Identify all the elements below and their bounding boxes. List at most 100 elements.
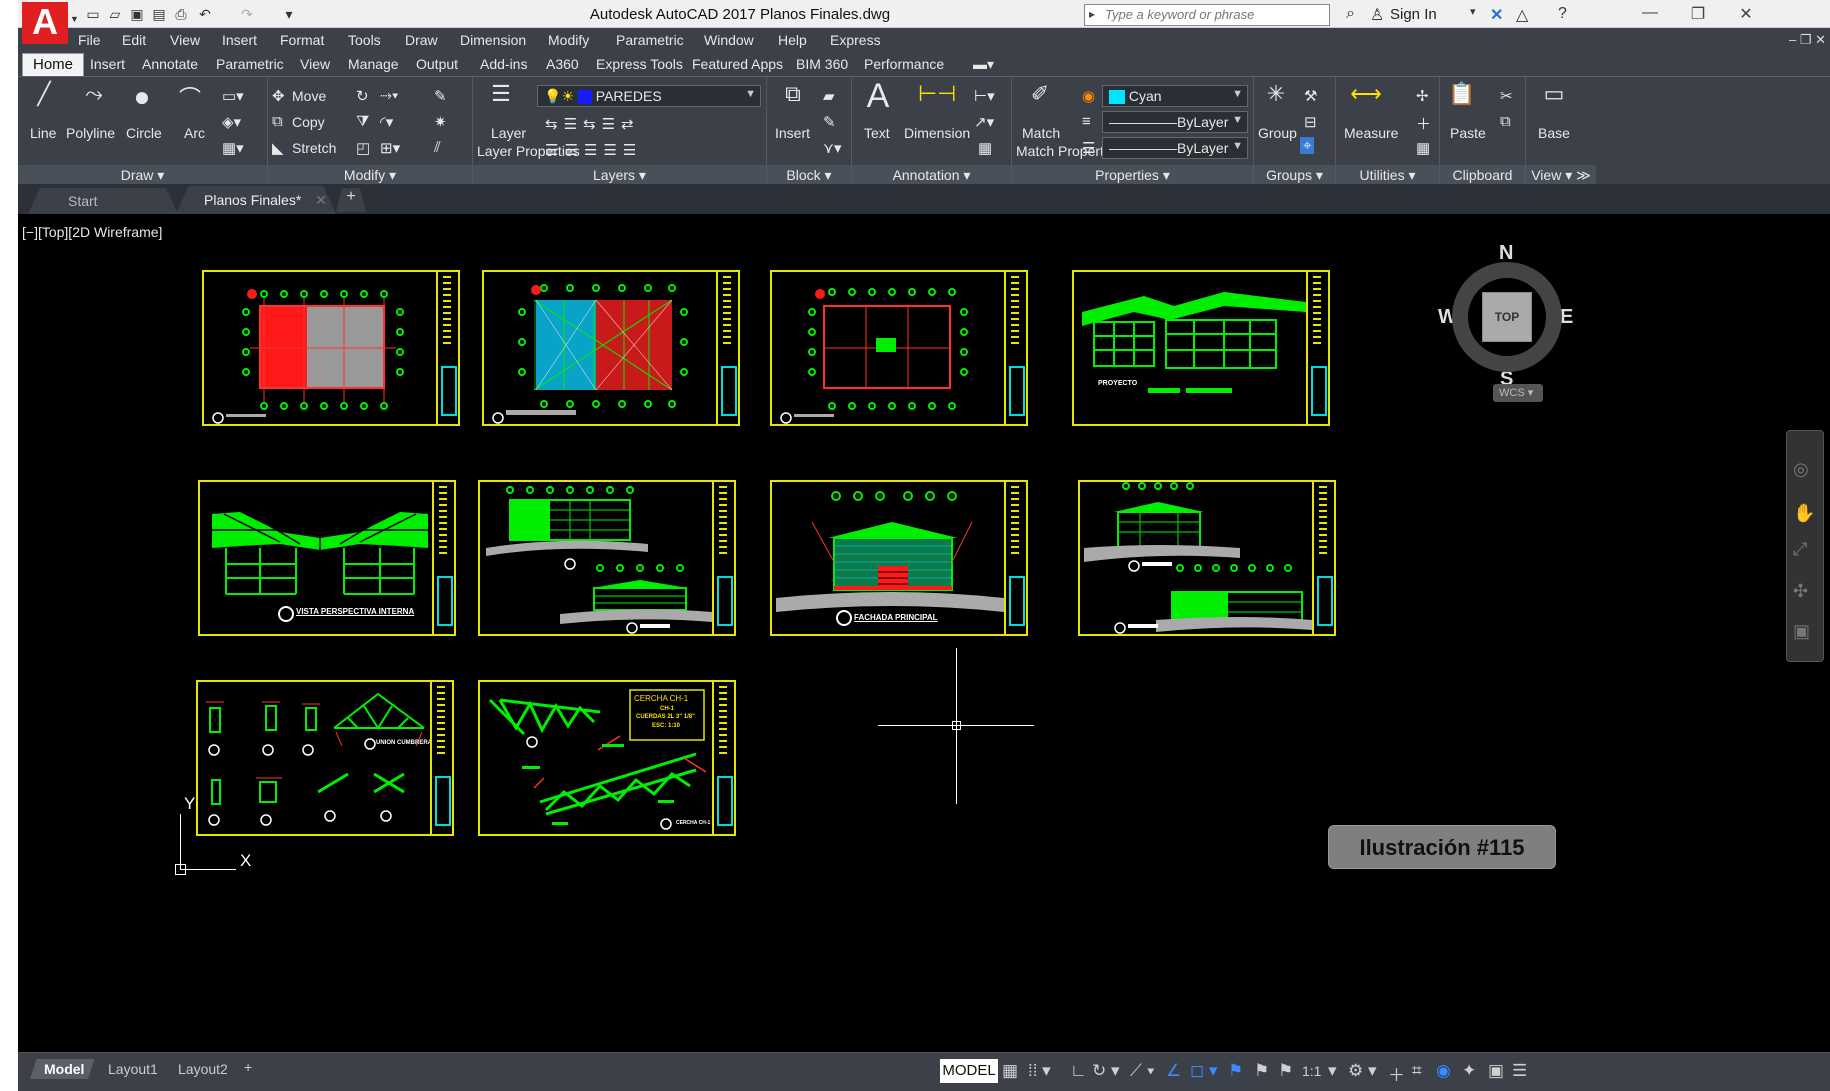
clipboard-panel-label[interactable]: Clipboard (1440, 165, 1525, 185)
layer-dropdown[interactable]: 💡☀ PAREDES ▼ (537, 85, 761, 107)
create-block-icon[interactable]: ▰ (823, 87, 835, 105)
line-button[interactable]: Line (30, 125, 56, 141)
showmotion-icon[interactable]: ▣ (1793, 621, 1810, 642)
id-point-icon[interactable]: ＋ (1416, 113, 1431, 134)
annotation-panel-label[interactable]: Annotation ▾ (852, 165, 1011, 185)
color-dropdown[interactable]: Cyan ▼ (1102, 85, 1248, 107)
measure-icon[interactable]: ⟷ (1348, 81, 1384, 107)
sheet-floor-plan-2[interactable] (482, 270, 740, 426)
sheet-elevations-1[interactable] (478, 480, 736, 636)
paste-button[interactable]: Paste (1450, 125, 1486, 141)
tab-output[interactable]: Output (416, 56, 458, 72)
open-file-icon[interactable]: ▱ (106, 6, 124, 22)
properties-panel-label[interactable]: Properties ▾ (1012, 165, 1253, 185)
viewcube[interactable]: N W E S TOP (1438, 242, 1576, 402)
array-icon[interactable]: ⊞▾ (380, 139, 400, 157)
minimize-button[interactable]: — (1630, 4, 1670, 24)
a360-icon[interactable]: △ (1516, 5, 1528, 25)
text-icon[interactable]: A (860, 77, 896, 116)
ribbon-options-icon[interactable]: ▬▾ (973, 56, 994, 73)
menu-parametric[interactable]: Parametric (616, 32, 684, 48)
isodraft-icon[interactable]: ⟋ ▾ (1130, 1061, 1155, 1081)
user-icon[interactable]: ♙ (1370, 5, 1384, 25)
match-properties-icon[interactable]: ✐ (1022, 81, 1058, 107)
layer-properties-label-1[interactable]: Layer (491, 125, 526, 141)
sign-in-link[interactable]: Sign In (1390, 6, 1437, 23)
groups-panel-label[interactable]: Groups ▾ (1254, 165, 1335, 185)
paste-icon[interactable]: 📋 (1444, 81, 1480, 107)
polyline-icon[interactable]: ⤳ (76, 81, 112, 107)
menu-tools[interactable]: Tools (348, 32, 381, 48)
sheet-truss-detail[interactable]: CERCHA CH-1 CH-1 CUERDAS 2L 3" 1/8" ESC:… (478, 680, 736, 836)
save-as-icon[interactable]: ▤ (150, 6, 168, 22)
gradient-icon[interactable]: ▦▾ (222, 139, 244, 157)
menu-insert[interactable]: Insert (222, 32, 257, 48)
menu-window[interactable]: Window (704, 32, 754, 48)
polar-icon[interactable]: ↻ ▾ (1092, 1061, 1120, 1081)
sheet-interior-perspective[interactable]: VISTA PERSPECTIVA INTERNA (198, 480, 456, 636)
tab-bim-360[interactable]: BIM 360 (796, 56, 848, 72)
circle-button[interactable]: Circle (126, 125, 162, 141)
fillet-icon[interactable]: ◜▾ (380, 113, 393, 131)
new-file-icon[interactable]: ▭ (84, 6, 102, 22)
layout-tab-model[interactable]: Model (30, 1059, 95, 1079)
offset-icon[interactable]: ⫽ (434, 139, 441, 156)
save-icon[interactable]: ▣ (128, 6, 146, 22)
lineweight-dropdown[interactable]: ByLayer ▼ (1102, 137, 1248, 159)
menu-file[interactable]: File (78, 32, 101, 48)
customization-menu-icon[interactable]: ☰ (1512, 1061, 1527, 1081)
undo-icon[interactable]: ↶ (196, 6, 214, 22)
tab-insert[interactable]: Insert (90, 56, 125, 72)
edit-block-icon[interactable]: ✎ (823, 113, 836, 131)
tab-add-ins[interactable]: Add-ins (480, 56, 527, 72)
leader-icon[interactable]: ↗▾ (974, 113, 994, 131)
insert-button[interactable]: Insert (775, 125, 810, 141)
utilities-panel-label[interactable]: Utilities ▾ (1336, 165, 1439, 185)
chevron-down-icon[interactable]: ▼ (70, 14, 79, 24)
insert-block-icon[interactable]: ⧉ (775, 81, 811, 107)
group-icon[interactable]: ✳ (1258, 81, 1294, 107)
table-icon[interactable]: ▦ (978, 139, 992, 157)
move-button[interactable]: Move (292, 88, 326, 104)
sheet-perspective[interactable]: PROYECTO (1072, 270, 1330, 426)
search-input[interactable]: ▸ Type a keyword or phrase (1084, 4, 1330, 26)
base-view-icon[interactable]: ▭ (1536, 81, 1572, 107)
menu-modify[interactable]: Modify (548, 32, 589, 48)
mirror-icon[interactable]: ⧩ (356, 113, 369, 130)
layers-panel-label[interactable]: Layers ▾ (473, 165, 766, 185)
layout-tab-layout2[interactable]: Layout2 (164, 1059, 238, 1079)
ortho-icon[interactable]: ∟ (1070, 1061, 1087, 1081)
grid-icon[interactable]: ▦ (1002, 1061, 1018, 1081)
erase-icon[interactable]: ✎ (434, 87, 447, 105)
group-selection-icon[interactable]: ⌖ (1300, 137, 1315, 154)
viewcube-top-face[interactable]: TOP (1482, 292, 1532, 342)
layout-tab-layout1[interactable]: Layout1 (94, 1059, 168, 1079)
file-tab-planos-finales[interactable]: Planos Finales* ✕ (176, 186, 336, 214)
arc-button[interactable]: Arc (184, 125, 205, 141)
tab-annotate[interactable]: Annotate (142, 56, 198, 72)
modify-panel-label[interactable]: Modify ▾ (268, 165, 472, 185)
drawing-viewport[interactable]: [−][Top][2D Wireframe] PROYECTO VISTA PE… (18, 214, 1830, 1052)
circle-icon[interactable]: ● (124, 81, 160, 113)
tab-featured-apps[interactable]: Featured Apps (692, 56, 783, 72)
layer-properties-icon[interactable]: ☰ (483, 81, 519, 107)
wcs-menu[interactable]: WCS ▾ (1493, 384, 1543, 402)
layer-tools-row1-icon[interactable]: ⇆☰⇆☰⇄ (545, 115, 640, 133)
block-panel-label[interactable]: Block ▾ (767, 165, 851, 185)
ungroup-icon[interactable]: ⚒ (1304, 87, 1317, 105)
annotation-scale-icon[interactable]: ⚑ (1278, 1061, 1293, 1081)
annotation-visibility-icon[interactable]: ⚑ (1228, 1061, 1243, 1081)
copy-clip-icon[interactable]: ⧉ (1500, 113, 1511, 130)
document-window-controls[interactable]: – ❐ ✕ (1789, 32, 1826, 48)
snap-icon[interactable]: ⁞⁞ ▾ (1028, 1061, 1051, 1081)
trim-icon[interactable]: ⤑▾ (380, 87, 398, 104)
scale-dropdown-icon[interactable]: ▾ (1328, 1061, 1337, 1081)
clean-screen-icon[interactable]: ▣ (1488, 1061, 1504, 1081)
sign-in-dropdown-icon[interactable]: ▾ (1470, 5, 1476, 18)
view-panel-label[interactable]: View ▾ ≫ (1526, 165, 1596, 185)
polyline-button[interactable]: Polyline (66, 125, 115, 141)
zoom-extents-icon[interactable]: ⤢ (1793, 539, 1807, 560)
dimension-button[interactable]: Dimension (904, 125, 970, 141)
new-tab-button[interactable]: + (336, 188, 366, 212)
help-icon[interactable]: ? (1558, 5, 1567, 23)
